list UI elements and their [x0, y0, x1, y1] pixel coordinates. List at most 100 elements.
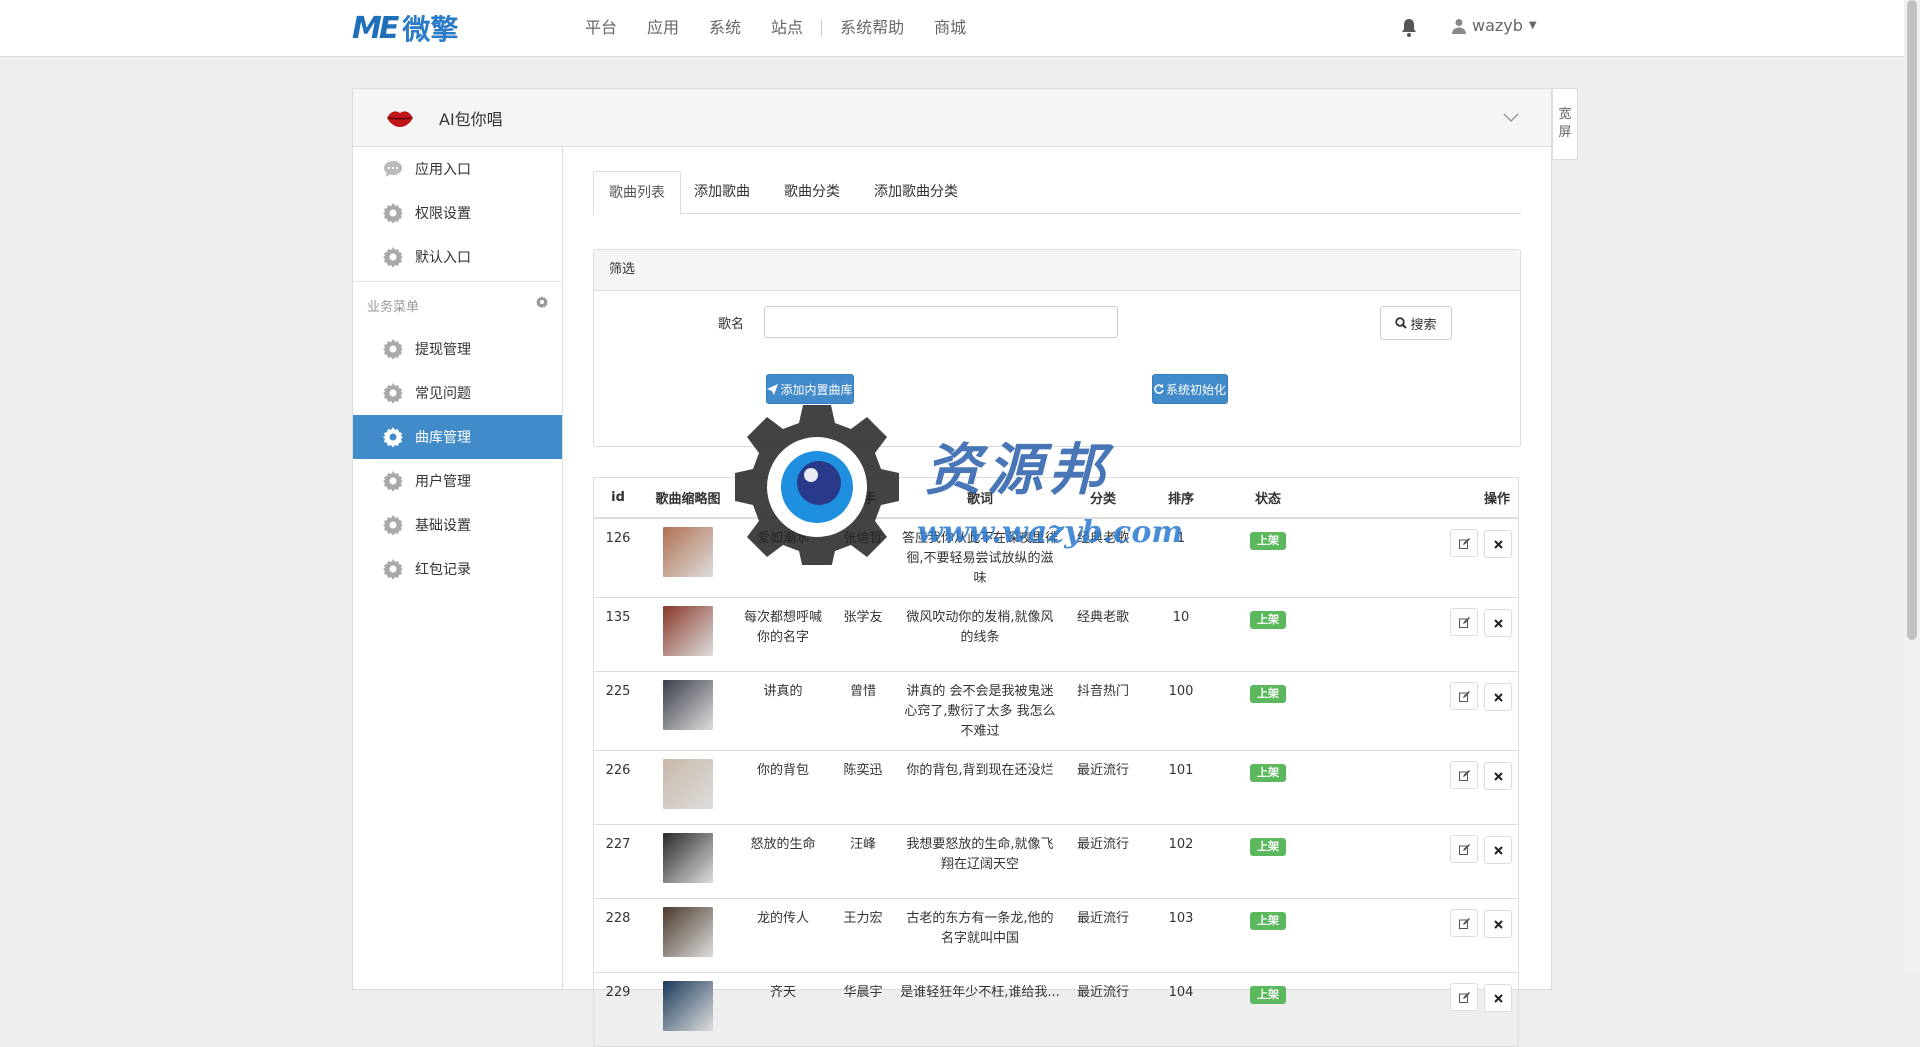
tab-song-list[interactable]: 歌曲列表 — [593, 171, 681, 215]
cell-category: 最近流行 — [1066, 972, 1140, 1047]
cell-status: 上架 — [1222, 671, 1314, 751]
status-badge: 上架 — [1250, 912, 1286, 930]
nav-platform[interactable]: 平台 — [570, 0, 632, 56]
scrollbar-thumb[interactable] — [1907, 0, 1917, 640]
delete-button[interactable] — [1484, 910, 1512, 938]
edit-button[interactable] — [1450, 761, 1478, 789]
edit-button[interactable] — [1450, 682, 1478, 710]
bell-icon[interactable] — [1400, 18, 1418, 38]
edit-button[interactable] — [1450, 835, 1478, 863]
status-badge: 上架 — [1250, 685, 1286, 703]
cell-singer: 曾惜 — [832, 671, 894, 751]
close-icon — [1493, 919, 1503, 929]
cell-singer: 张学友 — [832, 597, 894, 672]
cell-actions — [1314, 824, 1519, 899]
delete-button[interactable] — [1484, 836, 1512, 864]
cell-status: 上架 — [1222, 597, 1314, 672]
add-builtin-library-button[interactable]: 添加内置曲库 — [766, 374, 854, 404]
close-icon — [1493, 539, 1503, 549]
cell-lyric: 讲真的 会不会是我被鬼迷心窍了,敷衍了太多 我怎么不难过 — [894, 671, 1066, 751]
nav-system[interactable]: 系统 — [694, 0, 756, 56]
cell-thumb — [642, 671, 734, 751]
system-init-button[interactable]: 系统初始化 — [1152, 374, 1228, 404]
delete-button[interactable] — [1484, 530, 1512, 558]
sidebar-item-default-entry[interactable]: 默认入口 — [353, 235, 562, 279]
cell-category: 最近流行 — [1066, 898, 1140, 973]
edit-button[interactable] — [1450, 983, 1478, 1011]
edit-icon — [1458, 616, 1470, 628]
gear-icon[interactable] — [536, 296, 548, 309]
song-name-input[interactable] — [764, 306, 1118, 338]
sidebar-item-users[interactable]: 用户管理 — [353, 459, 562, 503]
sidebar-item-faq[interactable]: 常见问题 — [353, 371, 562, 415]
song-table: id 歌曲缩略图 歌名 歌手 歌词 分类 排序 状态 操作 126 爱如潮水 张信哲… — [593, 477, 1519, 1047]
cell-singer: 汪峰 — [832, 824, 894, 899]
logo[interactable]: ME 微擎 — [352, 10, 458, 47]
gear-icon — [383, 383, 403, 403]
tab-add-category[interactable]: 添加歌曲分类 — [859, 171, 973, 212]
caret-down-icon: ▼ — [1528, 20, 1537, 31]
sidebar-item-permissions[interactable]: 权限设置 — [353, 191, 562, 235]
filter-panel: 筛选 歌名 搜索 添加内置曲库 系统初始化 — [593, 249, 1521, 447]
cell-name: 齐天 — [734, 972, 832, 1047]
edit-icon — [1458, 537, 1470, 549]
cell-category: 最近流行 — [1066, 824, 1140, 899]
app-title: AI包你唱 — [439, 110, 503, 129]
edit-button[interactable] — [1450, 529, 1478, 557]
col-header-id: id — [593, 477, 642, 519]
sidebar-item-basic-settings[interactable]: 基础设置 — [353, 503, 562, 547]
nav-help[interactable]: 系统帮助 — [825, 0, 919, 56]
search-button[interactable]: 搜索 — [1380, 306, 1452, 340]
cell-status: 上架 — [1222, 517, 1314, 598]
delete-button[interactable] — [1484, 984, 1512, 1012]
nav-apps[interactable]: 应用 — [632, 0, 694, 56]
close-icon — [1493, 993, 1503, 1003]
col-header-status: 状态 — [1222, 477, 1314, 519]
cell-lyric: 我想要怒放的生命,就像飞翔在辽阔天空 — [894, 824, 1066, 899]
sidebar-item-library[interactable]: 曲库管理 — [353, 415, 562, 459]
nav-site[interactable]: 站点 — [756, 0, 818, 56]
edit-button[interactable] — [1450, 909, 1478, 937]
wide-screen-toggle[interactable]: 宽 屏 — [1552, 88, 1578, 160]
cell-lyric: 古老的东方有一条龙,他的名字就叫中国 — [894, 898, 1066, 973]
sidebar-item-withdrawals[interactable]: 提现管理 — [353, 327, 562, 371]
cell-sort: 100 — [1140, 671, 1222, 751]
sidebar: 应用入口 权限设置 默认入口 业务菜单 提现管理 常见问题 曲库管理 用户管理 … — [353, 147, 563, 989]
logo-mark: ME — [352, 10, 399, 46]
user-menu[interactable]: wazyb ▼ — [1452, 16, 1537, 35]
sidebar-item-app-entry[interactable]: 应用入口 — [353, 147, 562, 191]
tab-add-song[interactable]: 添加歌曲 — [679, 171, 765, 212]
nav-store[interactable]: 商城 — [919, 0, 981, 56]
sidebar-item-label: 红包记录 — [415, 562, 471, 578]
delete-button[interactable] — [1484, 762, 1512, 790]
sidebar-item-label: 默认入口 — [415, 250, 471, 266]
send-icon — [767, 383, 779, 395]
wide-toggle-char-2: 屏 — [1558, 125, 1572, 140]
nav-divider — [821, 19, 823, 37]
chat-icon — [383, 159, 403, 179]
chevron-down-icon[interactable] — [1503, 111, 1519, 123]
cell-status: 上架 — [1222, 898, 1314, 973]
cell-status: 上架 — [1222, 750, 1314, 825]
delete-button[interactable] — [1484, 683, 1512, 711]
cell-name: 你的背包 — [734, 750, 832, 825]
cell-category: 最近流行 — [1066, 750, 1140, 825]
table-row: 227 怒放的生命 汪峰 我想要怒放的生命,就像飞翔在辽阔天空 最近流行 102 上架 — [593, 824, 1519, 899]
user-icon — [1452, 18, 1466, 34]
table-row: 229 齐天 华晨宇 是谁轻狂年少不枉,谁给我... 最近流行 104 上架 — [593, 972, 1519, 1047]
delete-button[interactable] — [1484, 609, 1512, 637]
cell-sort: 101 — [1140, 750, 1222, 825]
main-nav: 平台 应用 系统 站点 系统帮助 商城 — [570, 0, 981, 56]
edit-button[interactable] — [1450, 608, 1478, 636]
song-thumbnail — [663, 833, 713, 883]
cell-thumb — [642, 517, 734, 598]
song-thumbnail — [663, 907, 713, 957]
page-scrollbar[interactable] — [1904, 0, 1920, 971]
sidebar-item-label: 曲库管理 — [415, 430, 471, 446]
tab-song-category[interactable]: 歌曲分类 — [769, 171, 855, 212]
cell-singer: 张信哲 — [832, 517, 894, 598]
sidebar-item-redpacket[interactable]: 红包记录 — [353, 547, 562, 591]
cell-name: 每次都想呼喊你的名字 — [734, 597, 832, 672]
table-row: 135 每次都想呼喊你的名字 张学友 微风吹动你的发梢,就像风的线条 经典老歌 10 上架 — [593, 597, 1519, 672]
wide-toggle-char-1: 宽 — [1558, 107, 1572, 122]
